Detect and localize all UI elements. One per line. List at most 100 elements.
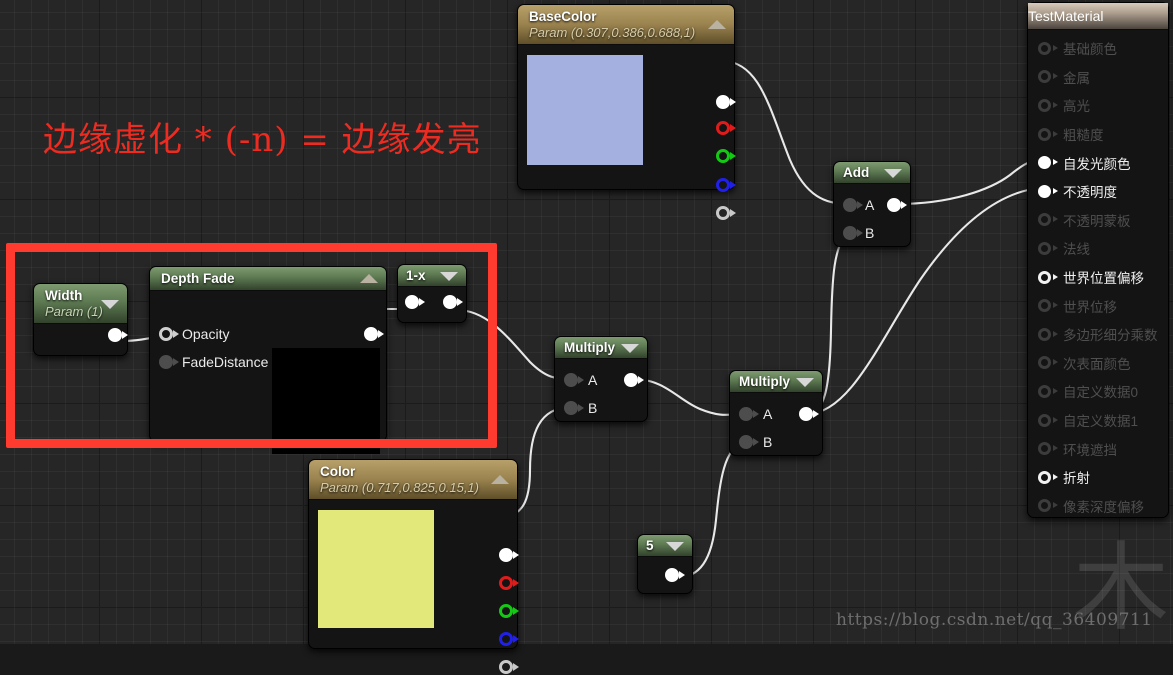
node-basecolor-header[interactable]: BaseColor Param (0.307,0.386,0.688,1) xyxy=(518,5,734,45)
material-pin-row[interactable]: 粗糙度 xyxy=(1028,120,1168,149)
material-pin-icon[interactable] xyxy=(1038,470,1058,484)
material-pin-row[interactable]: 像素深度偏移 xyxy=(1028,492,1168,521)
node-constant-5-header[interactable]: 5 xyxy=(638,535,692,557)
node-color-header[interactable]: Color Param (0.717,0.825,0.15,1) xyxy=(309,460,517,500)
pin-one-minus-x-in[interactable] xyxy=(405,295,425,310)
pin-multiply-1-b[interactable] xyxy=(564,401,584,416)
pin-color-g[interactable] xyxy=(499,604,519,619)
node-one-minus-x-header[interactable]: 1-x xyxy=(398,265,466,287)
node-add[interactable]: Add A B xyxy=(833,161,911,247)
material-pin-icon[interactable] xyxy=(1038,499,1058,513)
pin-color-r[interactable] xyxy=(499,576,519,591)
node-color[interactable]: Color Param (0.717,0.825,0.15,1) xyxy=(308,459,519,674)
material-pin-label: 金属 xyxy=(1063,70,1090,86)
chevron-down-icon[interactable] xyxy=(884,168,902,178)
chevron-up-icon[interactable] xyxy=(708,19,726,29)
material-pin-row[interactable]: 法线 xyxy=(1028,234,1168,263)
pin-add-out[interactable] xyxy=(887,198,907,213)
material-pin-icon[interactable] xyxy=(1038,327,1058,341)
chevron-down-icon[interactable] xyxy=(101,299,119,309)
pin-depth-fade-out[interactable] xyxy=(364,327,384,342)
node-multiply-2[interactable]: Multiply A B xyxy=(729,370,823,456)
pin-basecolor-r[interactable] xyxy=(716,121,736,136)
basecolor-swatch xyxy=(527,55,643,165)
material-pin-label: 环境遮挡 xyxy=(1063,442,1117,458)
node-depth-fade-header[interactable]: Depth Fade xyxy=(150,267,386,291)
pin-basecolor-b[interactable] xyxy=(716,178,736,193)
material-pin-row[interactable]: 环境遮挡 xyxy=(1028,434,1168,463)
material-pin-row[interactable]: 高光 xyxy=(1028,91,1168,120)
material-pin-row[interactable]: 自发光颜色 xyxy=(1028,148,1168,177)
material-pin-icon[interactable] xyxy=(1038,442,1058,456)
pin-label-a: A xyxy=(865,197,875,213)
chevron-up-icon[interactable] xyxy=(491,474,509,484)
material-pin-row[interactable]: 自定义数据0 xyxy=(1028,377,1168,406)
pin-label-a: A xyxy=(763,406,773,422)
pin-basecolor-rgba[interactable] xyxy=(716,95,736,110)
node-multiply-1[interactable]: Multiply A B xyxy=(554,336,648,422)
node-multiply-1-header[interactable]: Multiply xyxy=(555,337,647,359)
pin-one-minus-x-out[interactable] xyxy=(443,295,463,310)
material-pin-icon[interactable] xyxy=(1038,413,1058,427)
material-graph-canvas[interactable]: BaseColor Param (0.307,0.386,0.688,1) Co… xyxy=(0,0,1173,674)
pin-add-a[interactable] xyxy=(843,198,863,213)
material-pin-row[interactable]: 自定义数据1 xyxy=(1028,406,1168,435)
material-pin-icon[interactable] xyxy=(1038,41,1058,55)
pin-basecolor-a[interactable] xyxy=(716,206,736,221)
watermark-url: https://blog.csdn.net/qq_36409711 xyxy=(836,610,1153,630)
material-pin-row[interactable]: 折射 xyxy=(1028,463,1168,492)
pin-depth-fade-opacity[interactable] xyxy=(159,327,179,342)
material-pin-label: 世界位置偏移 xyxy=(1063,271,1144,287)
pin-add-b[interactable] xyxy=(843,226,863,241)
depth-fade-preview xyxy=(272,348,380,454)
chevron-down-icon[interactable] xyxy=(440,271,458,281)
node-basecolor[interactable]: BaseColor Param (0.307,0.386,0.688,1) xyxy=(517,4,736,220)
node-depth-fade[interactable]: Depth Fade Opacity FadeDistance xyxy=(149,266,387,454)
material-pin-icon[interactable] xyxy=(1038,356,1058,370)
material-pin-icon[interactable] xyxy=(1038,98,1058,112)
pin-constant-5-out[interactable] xyxy=(665,568,685,583)
chevron-up-icon[interactable] xyxy=(360,273,378,283)
material-pin-icon[interactable] xyxy=(1038,213,1058,227)
material-pin-icon[interactable] xyxy=(1038,70,1058,84)
pin-multiply-1-a[interactable] xyxy=(564,373,584,388)
pin-basecolor-g[interactable] xyxy=(716,149,736,164)
pin-multiply-1-out[interactable] xyxy=(624,373,644,388)
chevron-down-icon[interactable] xyxy=(796,377,814,387)
node-add-header[interactable]: Add xyxy=(834,162,910,184)
pin-multiply-2-b[interactable] xyxy=(739,435,759,450)
material-pin-icon[interactable] xyxy=(1038,299,1058,313)
node-constant-5[interactable]: 5 xyxy=(637,534,693,594)
material-pin-icon[interactable] xyxy=(1038,241,1058,255)
material-pin-list: 基础颜色金属高光 粗糙度 自发光颜色 不透明度 不透明蒙板 法线世界位置偏移世界位移 多边形… xyxy=(1028,30,1168,520)
material-pin-row[interactable]: 不透明度 xyxy=(1028,177,1168,206)
material-pin-row[interactable]: 多边形细分乘数 xyxy=(1028,320,1168,349)
chevron-down-icon[interactable] xyxy=(621,343,639,353)
pin-multiply-2-out[interactable] xyxy=(799,407,819,422)
material-pin-row[interactable]: 世界位置偏移 xyxy=(1028,263,1168,292)
pin-width-out[interactable] xyxy=(108,328,128,343)
node-one-minus-x[interactable]: 1-x xyxy=(397,264,467,323)
material-pin-label: 折射 xyxy=(1063,471,1090,487)
material-pin-icon[interactable] xyxy=(1038,127,1058,141)
material-pin-icon[interactable] xyxy=(1038,184,1058,198)
pin-color-rgba[interactable] xyxy=(499,548,519,563)
pin-depth-fade-fadedistance[interactable] xyxy=(159,355,179,370)
material-pin-icon[interactable] xyxy=(1038,384,1058,398)
material-pin-icon[interactable] xyxy=(1038,156,1058,170)
pin-multiply-2-a[interactable] xyxy=(739,407,759,422)
material-pin-row[interactable]: 不透明蒙板 xyxy=(1028,206,1168,235)
pin-color-a[interactable] xyxy=(499,660,519,675)
pin-color-b[interactable] xyxy=(499,632,519,647)
chevron-down-icon[interactable] xyxy=(666,541,684,551)
material-pin-icon[interactable] xyxy=(1038,270,1058,284)
node-test-material-header[interactable]: TestMaterial xyxy=(1028,3,1168,30)
material-pin-row[interactable]: 金属 xyxy=(1028,63,1168,92)
node-multiply-2-header[interactable]: Multiply xyxy=(730,371,822,393)
material-pin-row[interactable]: 基础颜色 xyxy=(1028,34,1168,63)
node-width-header[interactable]: Width Param (1) xyxy=(34,284,127,324)
material-pin-row[interactable]: 世界位移 xyxy=(1028,291,1168,320)
node-test-material[interactable]: TestMaterial 基础颜色金属高光 粗糙度 自发光颜色 不透明度 不透明蒙板 法线… xyxy=(1027,2,1169,518)
node-width[interactable]: Width Param (1) xyxy=(33,283,128,356)
material-pin-row[interactable]: 次表面颜色 xyxy=(1028,349,1168,378)
